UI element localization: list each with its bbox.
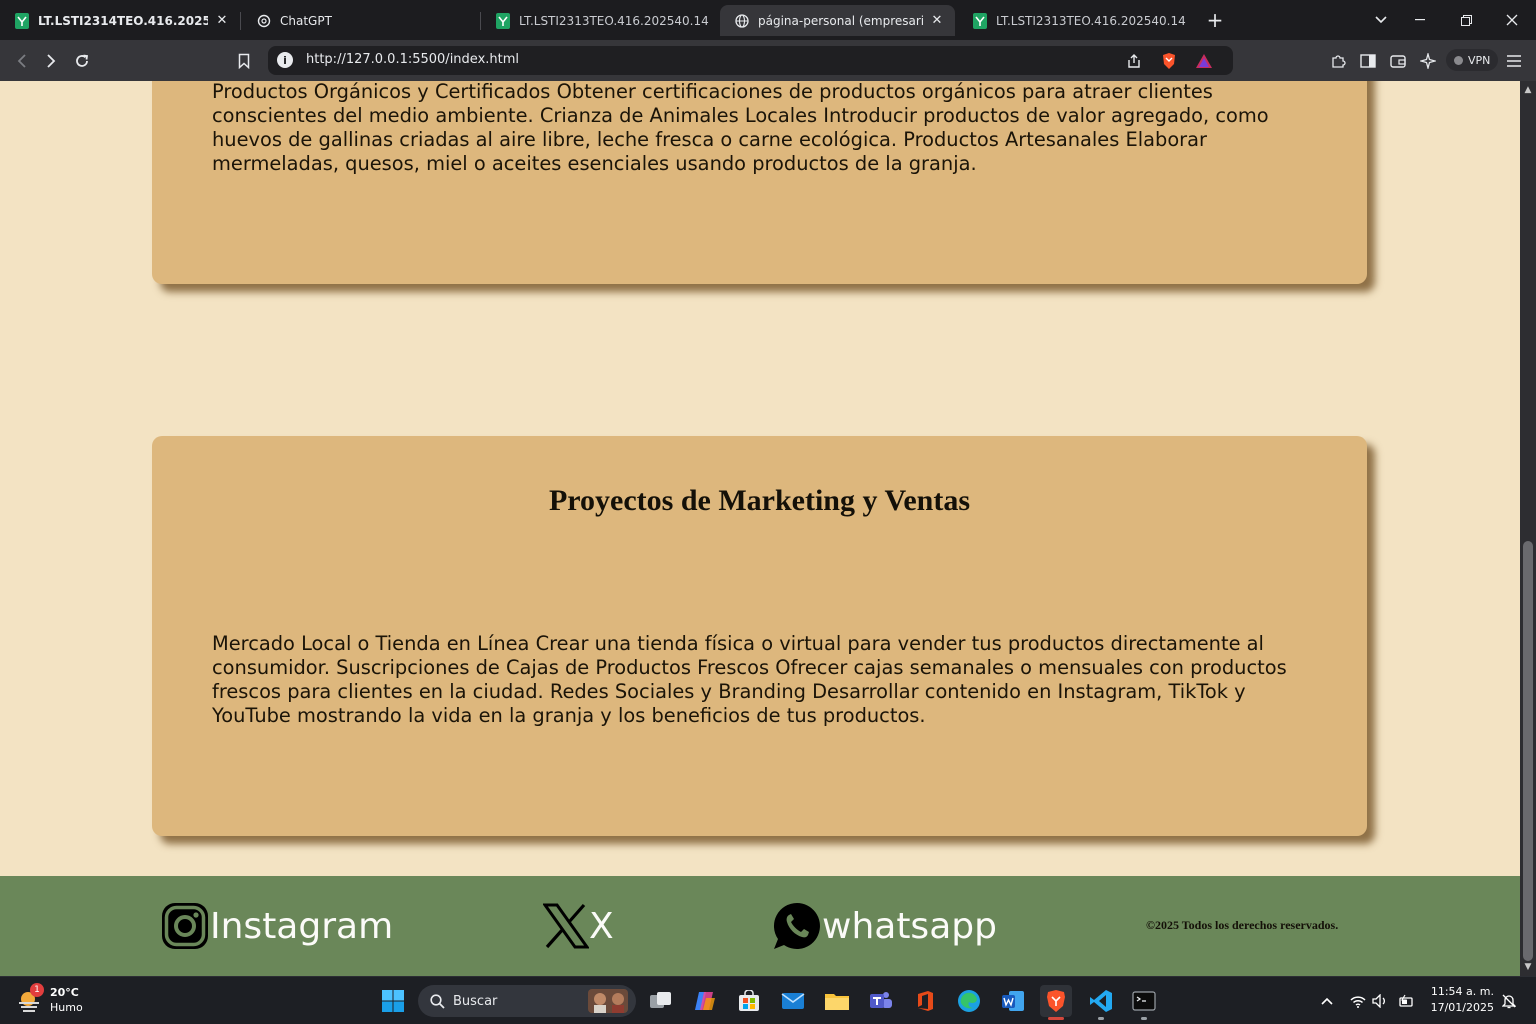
menu-icon[interactable] [1501, 48, 1527, 74]
site-info-icon[interactable]: i [277, 52, 293, 68]
copilot-icon[interactable] [689, 985, 721, 1017]
globe-icon [734, 13, 750, 29]
tab-label: ChatGPT [280, 13, 332, 28]
weather-description: Humo [50, 1001, 83, 1014]
sidebar-toggle-icon[interactable] [1355, 48, 1381, 74]
file-explorer-icon[interactable] [821, 985, 853, 1017]
sheets-icon [972, 12, 988, 29]
tab-label: página-personal (empresarial) [758, 13, 923, 28]
volume-icon[interactable] [1369, 987, 1391, 1015]
microsoft-store-icon[interactable] [733, 985, 765, 1017]
teams-icon[interactable] [865, 985, 897, 1017]
x-link[interactable]: X [543, 901, 614, 951]
share-icon[interactable] [1121, 48, 1147, 74]
x-logo-icon [543, 903, 589, 949]
instagram-label: Instagram [210, 905, 394, 947]
brave-rewards-icon[interactable] [1191, 48, 1217, 74]
restore-icon[interactable] [1454, 7, 1478, 33]
forward-icon[interactable] [38, 48, 64, 74]
system-clock[interactable]: 11:54 a. m. 17/01/2025 [1428, 984, 1494, 1016]
tab-sheets-2314[interactable]: LT.LSTI2314TEO.416.202540.141 ✕ [0, 5, 240, 36]
terminal-icon[interactable] [1128, 985, 1160, 1020]
search-icon [430, 993, 445, 1009]
tab-label: LT.LSTI2314TEO.416.202540.141 [38, 13, 208, 28]
instagram-link[interactable]: Instagram [160, 901, 393, 951]
close-tab-icon[interactable]: ✕ [214, 13, 230, 29]
page-scrollbar[interactable]: ▲ ▼ [1520, 81, 1536, 976]
running-indicator [1048, 1017, 1064, 1020]
mail-icon[interactable] [777, 985, 809, 1017]
show-hidden-icons-chevron-icon[interactable] [1316, 987, 1338, 1015]
scroll-down-icon[interactable]: ▼ [1523, 962, 1533, 972]
tab-sheets-2313[interactable]: LT.LSTI2313TEO.416.202540.141-Des [481, 5, 719, 36]
start-button[interactable] [377, 985, 409, 1017]
reload-icon[interactable] [69, 48, 95, 74]
weather-haze-icon: 1 [16, 983, 44, 1013]
tab-chatgpt[interactable]: ChatGPT [242, 5, 478, 36]
battery-icon[interactable] [1395, 987, 1417, 1015]
weather-notification-badge: 1 [30, 983, 44, 997]
brave-shields-icon[interactable] [1156, 48, 1182, 74]
vpn-button[interactable]: VPN [1446, 49, 1499, 71]
section-text: Productos Orgánicos y Certificados Obten… [212, 81, 1269, 175]
minimize-icon[interactable] [1408, 7, 1432, 33]
tab-label: LT.LSTI2313TEO.416.202540.141-Des [996, 13, 1186, 28]
weather-temperature: 20°C [50, 986, 79, 999]
wifi-icon[interactable] [1347, 987, 1369, 1015]
sheets-icon [14, 12, 30, 29]
vpn-label: VPN [1468, 53, 1491, 67]
page-footer: Instagram X whatsapp ©2025 Todos los der… [0, 876, 1520, 976]
tab-search-dropdown-icon[interactable] [1370, 7, 1392, 33]
close-window-icon[interactable] [1500, 7, 1524, 33]
edge-icon[interactable] [953, 985, 985, 1017]
scrollbar-thumb[interactable] [1523, 541, 1533, 961]
whatsapp-icon [772, 901, 822, 951]
close-tab-icon[interactable]: ✕ [929, 13, 945, 29]
task-view-icon[interactable] [645, 985, 677, 1017]
running-indicator [1141, 1017, 1147, 1020]
section-text: Mercado Local o Tienda en Línea Crear un… [212, 632, 1287, 727]
running-indicator [1098, 1017, 1104, 1020]
tab-divider [240, 12, 241, 30]
wallet-icon[interactable] [1385, 48, 1411, 74]
tab-label: LT.LSTI2313TEO.416.202540.141-Des [519, 13, 709, 28]
brave-browser-icon[interactable] [1040, 985, 1072, 1020]
new-tab-button[interactable]: + [1203, 7, 1227, 33]
clock-time: 11:54 a. m. [1430, 985, 1494, 998]
section-card-marketing: Proyectos de Marketing y Ventas Mercado … [152, 436, 1367, 836]
search-highlight-image-icon [588, 989, 628, 1013]
windows-taskbar: 1 20°C Humo Buscar 11:54 a. m. 17/01/202… [0, 976, 1536, 1024]
weather-widget[interactable]: 1 20°C Humo [16, 983, 83, 1015]
whatsapp-link[interactable]: whatsapp [772, 901, 997, 951]
whatsapp-label: whatsapp [822, 905, 997, 947]
sheets-icon [495, 12, 511, 29]
chatgpt-icon [256, 13, 272, 29]
tab-pagina-personal[interactable]: página-personal (empresarial) ✕ [720, 5, 955, 36]
url-text[interactable]: http://127.0.0.1:5500/index.html [306, 52, 519, 67]
scroll-up-icon[interactable]: ▲ [1523, 85, 1533, 95]
office-icon[interactable] [909, 985, 941, 1017]
vpn-status-icon [1454, 55, 1463, 65]
section-card-products: Productos Orgánicos y Certificados Obten… [152, 81, 1367, 284]
instagram-icon [160, 901, 210, 951]
word-icon[interactable] [997, 985, 1029, 1017]
search-placeholder: Buscar [453, 993, 498, 1009]
bookmark-icon[interactable] [231, 48, 257, 74]
taskbar-search[interactable]: Buscar [418, 985, 636, 1017]
notifications-bell-icon[interactable] [1498, 987, 1520, 1015]
copyright-text: ©2025 Todos los derechos reservados. [1146, 918, 1339, 932]
back-icon[interactable] [9, 48, 35, 74]
tab-sheets-2313-b[interactable]: LT.LSTI2313TEO.416.202540.141-Des [958, 5, 1196, 36]
extensions-icon[interactable] [1325, 48, 1351, 74]
vscode-icon[interactable] [1085, 985, 1117, 1020]
x-label: X [589, 905, 614, 947]
windows-logo-icon [381, 989, 405, 1013]
clock-date: 17/01/2025 [1430, 1001, 1494, 1014]
browser-tab-strip: LT.LSTI2314TEO.416.202540.141 ✕ ChatGPT … [0, 0, 1536, 40]
section-title: Proyectos de Marketing y Ventas [548, 484, 971, 517]
leo-ai-icon[interactable] [1415, 48, 1441, 74]
page-viewport: Productos Orgánicos y Certificados Obten… [0, 81, 1520, 976]
